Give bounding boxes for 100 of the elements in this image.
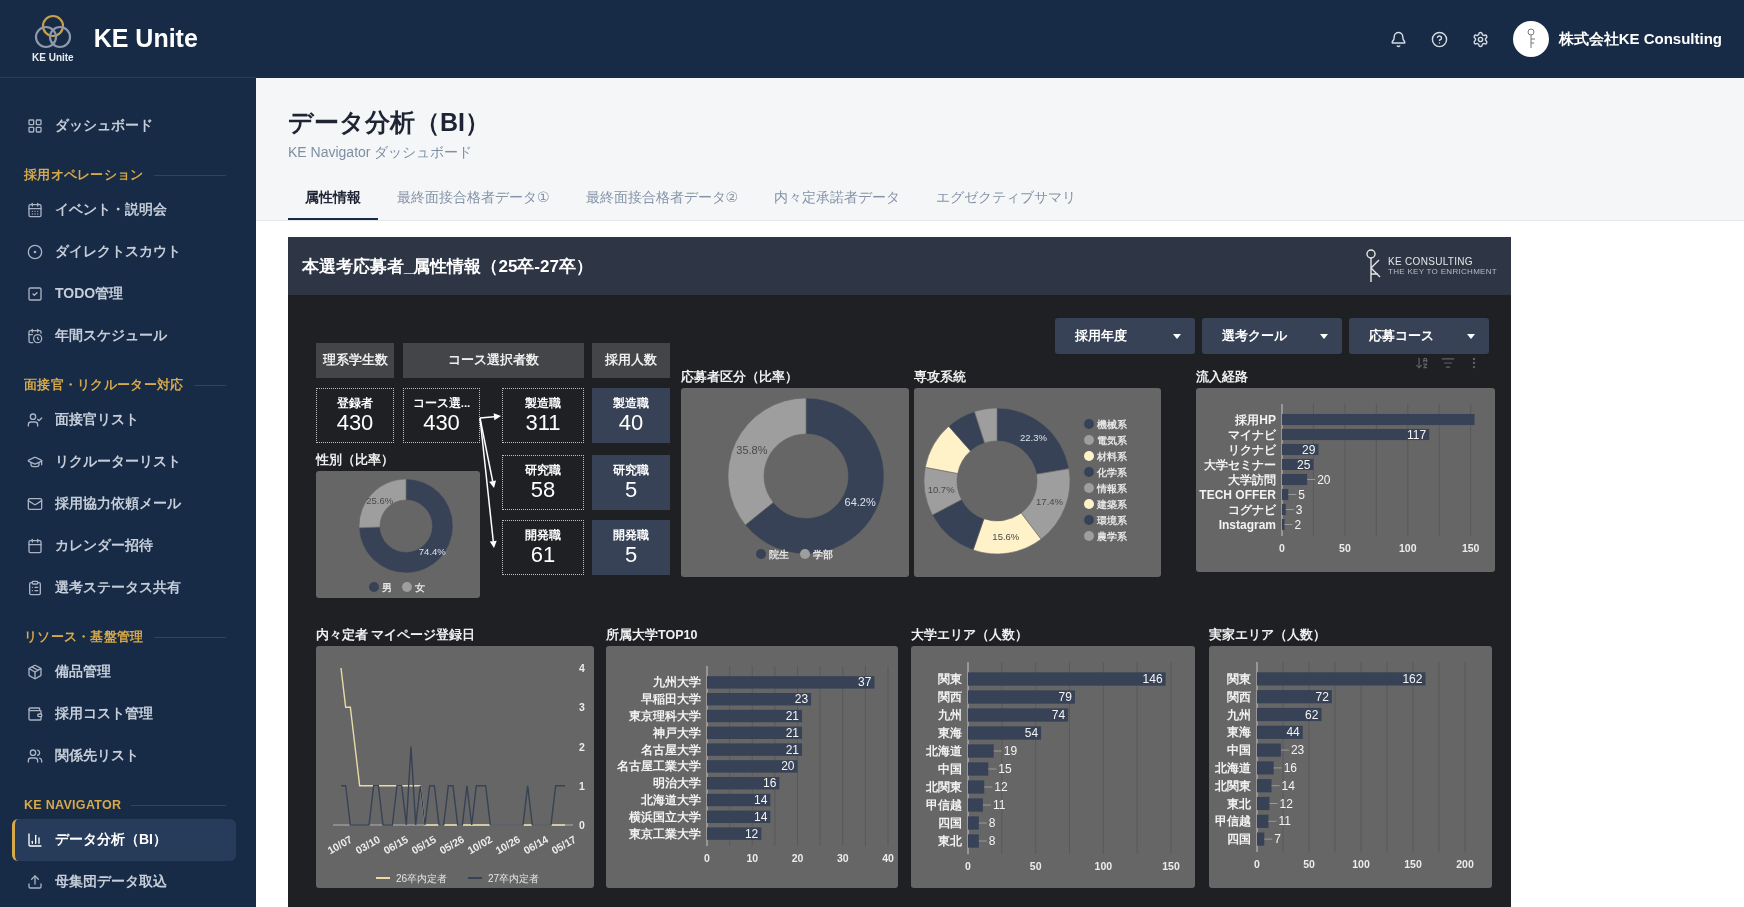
caret-icon <box>1320 333 1328 339</box>
sidebar-item[interactable]: データ分析（BI） <box>12 819 236 861</box>
category-label: 甲信越 <box>926 798 962 812</box>
value-label: 37 <box>858 675 872 690</box>
axis-tick-label: 50 <box>1029 860 1042 872</box>
value-label: 72 <box>1315 689 1329 704</box>
category-label: 北海道 <box>1215 760 1251 775</box>
sidebar-item[interactable]: 面接官リスト <box>12 399 236 441</box>
app-name: KE Unite <box>93 24 198 53</box>
leader-line <box>1285 509 1295 510</box>
value-label: 17.4% <box>1036 496 1063 508</box>
category-label: 北関東 <box>1215 778 1251 793</box>
value-label: 35.8% <box>736 444 768 457</box>
caret-icon <box>1467 333 1475 339</box>
page-title: データ分析（BI） <box>288 107 491 138</box>
value-label: 11 <box>992 798 1006 812</box>
sidebar-item[interactable]: 母集団データ取込 <box>12 861 236 903</box>
avatar-icon[interactable] <box>1512 21 1549 57</box>
donut-slice <box>923 467 962 516</box>
bar <box>1257 707 1322 722</box>
axis-tick-label: 10 <box>746 852 759 864</box>
nav-section-heading: KE NAVIGATOR <box>24 798 122 812</box>
value-label: 64.2% <box>844 495 876 508</box>
sidebar-item[interactable]: 採用協力依頼メール <box>12 483 236 525</box>
filter-dropdown[interactable]: 応募コース <box>1349 318 1489 354</box>
value-label: 29 <box>1302 442 1316 457</box>
notification-bell-icon[interactable] <box>1389 30 1407 48</box>
settings-icon[interactable] <box>1471 30 1489 48</box>
legend-label: 環境系 <box>1097 514 1127 526</box>
filter-dropdown[interactable]: 選考クール <box>1202 318 1342 354</box>
sidebar-item[interactable]: 年間スケジュール <box>12 315 236 357</box>
value-label: 54 <box>1024 726 1039 740</box>
category-label: 早稲田大学 <box>641 692 701 707</box>
legend-label: 化学系 <box>1097 466 1127 478</box>
category-label: 横浜国立大学 <box>629 809 701 824</box>
axis-tick-label: 150 <box>1461 542 1480 554</box>
value-label: 16 <box>1283 760 1297 775</box>
chart-title: 専攻系統 <box>914 369 967 386</box>
leader-line <box>1267 820 1277 822</box>
category-label: 四国 <box>1227 832 1251 847</box>
legend-line <box>375 877 391 879</box>
category-label: Instagram <box>1218 517 1276 532</box>
bar <box>1282 473 1308 486</box>
tab[interactable]: 属性情報 <box>288 177 378 220</box>
value-label: 23 <box>1290 743 1305 758</box>
category-label: 北関東 <box>926 780 962 794</box>
category-label: 四国 <box>938 816 962 830</box>
kpi-value: 430 <box>423 409 460 436</box>
value-label: 62 <box>1305 707 1319 722</box>
help-icon[interactable] <box>1430 30 1448 48</box>
category-label: 甲信越 <box>1215 814 1251 829</box>
category-label: マイナビ <box>1228 427 1276 442</box>
value-label: 21 <box>785 742 800 757</box>
value-label: 15.6% <box>992 531 1020 543</box>
sidebar-item[interactable]: ダイレクトスカウト <box>12 231 236 273</box>
axis-tick-label: 100 <box>1399 542 1417 554</box>
sidebar-item[interactable]: TODO管理 <box>12 273 236 315</box>
sidebar-item[interactable]: カレンダー招待 <box>12 525 236 567</box>
value-label: 12 <box>994 780 1008 794</box>
kpi-value: 58 <box>530 476 556 503</box>
bar <box>1282 518 1285 531</box>
kpi-heading: 理系学生数 <box>316 343 394 378</box>
leader-line <box>1271 785 1281 787</box>
category-label: 大学セミナー <box>1204 457 1276 472</box>
sidebar-item[interactable]: 採用コスト管理 <box>12 693 236 735</box>
value-label: 79 <box>1058 690 1072 704</box>
value-label: 14 <box>754 809 768 824</box>
sort-icon[interactable] <box>1415 356 1429 370</box>
sidebar-item[interactable]: 選考ステータス共有 <box>12 567 236 609</box>
chart-title: 実家エリア（人数） <box>1209 626 1327 644</box>
filter-dropdown[interactable]: 採用年度 <box>1055 318 1195 354</box>
sidebar-item[interactable]: イベント・説明会 <box>12 189 236 231</box>
legend-label: 男 <box>382 581 392 593</box>
category-label: 大学訪問 <box>1228 472 1276 487</box>
chart-title: 内々定者 マイページ登録日 <box>316 627 477 644</box>
sidebar-item[interactable]: 関係先リスト <box>12 735 236 777</box>
legend-label: 農学系 <box>1097 530 1127 542</box>
value-label: 25.6% <box>366 495 394 507</box>
value-label: 20 <box>1317 472 1331 487</box>
sidebar-item[interactable]: ダッシュボード <box>12 105 236 147</box>
axis-tick-label: 50 <box>1303 858 1315 870</box>
legend-label: 情報系 <box>1097 482 1127 494</box>
category-label: 名古屋大学 <box>641 742 701 757</box>
legend-label: 電気系 <box>1097 434 1127 446</box>
chart-title: 大学エリア（人数） <box>911 627 1029 644</box>
calendar-icon <box>27 538 43 554</box>
brand-tagline: THE KEY TO ENRICHMENT <box>1388 267 1497 276</box>
brand-name: KE CONSULTING <box>1388 256 1474 267</box>
kpi-label: 製造職 <box>525 395 561 410</box>
value-label: 74.4% <box>418 545 446 557</box>
logo-caption: KE Unite <box>32 52 74 63</box>
value-label: 19 <box>1003 744 1018 758</box>
category-label: 関西 <box>938 690 962 704</box>
axis-tick-label: 100 <box>1094 860 1113 872</box>
axis-tick-label: 1 <box>579 779 585 792</box>
value-label: 10.7% <box>927 483 955 495</box>
sidebar-item[interactable]: リクルーターリスト <box>12 441 236 483</box>
category-label: 明治大学 <box>653 776 701 791</box>
sidebar-item[interactable]: 備品管理 <box>12 651 236 693</box>
value-label: 44 <box>1286 725 1300 740</box>
